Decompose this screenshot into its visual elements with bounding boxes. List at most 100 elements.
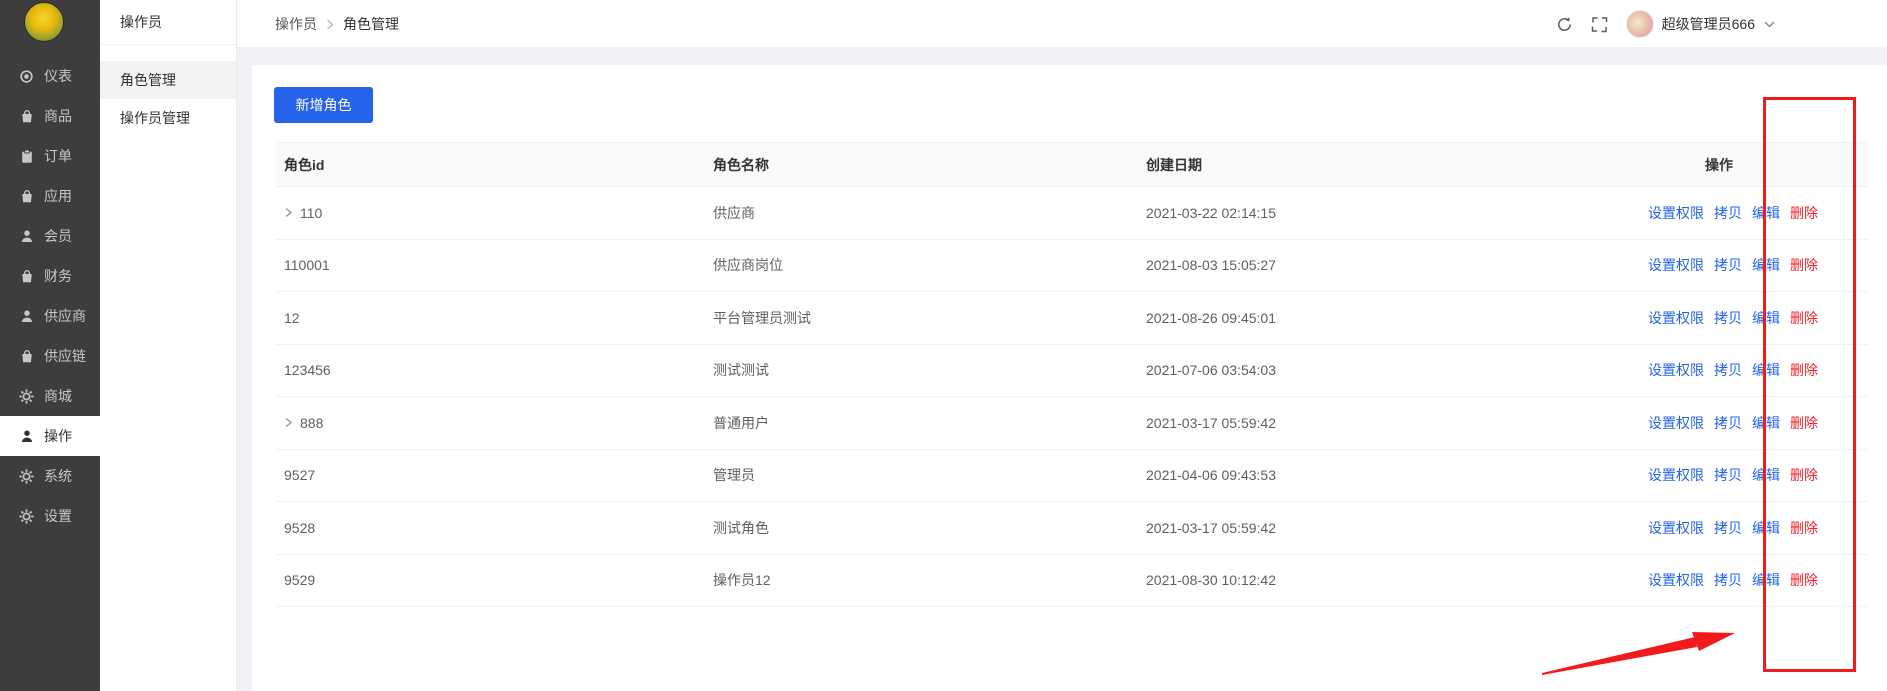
top-header: 操作员 角色管理 超级管理员666 xyxy=(237,0,1887,48)
row-actions: 设置权限拷贝编辑删除 xyxy=(1568,255,1868,275)
action-edit[interactable]: 编辑 xyxy=(1752,205,1780,221)
action-edit[interactable]: 编辑 xyxy=(1752,257,1780,273)
table-row: 9529 操作员12 2021-08-30 10:12:42 设置权限拷贝编辑删… xyxy=(276,555,1868,608)
action-set-permissions[interactable]: 设置权限 xyxy=(1648,257,1704,273)
sidebar-item-system[interactable]: 系统 xyxy=(0,456,100,496)
action-copy[interactable]: 拷贝 xyxy=(1714,257,1742,273)
app-logo[interactable] xyxy=(24,2,64,42)
sidebar-item-label: 供应链 xyxy=(44,346,86,366)
add-role-button[interactable]: 新增角色 xyxy=(274,87,373,123)
submenu-item-operator-management[interactable]: 操作员管理 xyxy=(100,99,236,137)
action-copy[interactable]: 拷贝 xyxy=(1714,520,1742,536)
action-edit[interactable]: 编辑 xyxy=(1752,572,1780,588)
action-set-permissions[interactable]: 设置权限 xyxy=(1648,310,1704,326)
sidebar-item-supplier[interactable]: 供应商 xyxy=(0,296,100,336)
action-edit[interactable]: 编辑 xyxy=(1752,310,1780,326)
action-set-permissions[interactable]: 设置权限 xyxy=(1648,572,1704,588)
column-header-role-id: 角色id xyxy=(276,155,705,175)
user-name: 超级管理员666 xyxy=(1662,14,1755,34)
gear-icon xyxy=(19,469,34,484)
table-row: 110001 供应商岗位 2021-08-03 15:05:27 设置权限拷贝编… xyxy=(276,240,1868,293)
action-copy[interactable]: 拷贝 xyxy=(1714,205,1742,221)
sidebar-item-operation[interactable]: 操作 xyxy=(0,416,100,456)
sidebar-item-label: 仪表 xyxy=(44,66,72,86)
row-actions: 设置权限拷贝编辑删除 xyxy=(1568,308,1868,328)
sidebar-item-apps[interactable]: 应用 xyxy=(0,176,100,216)
action-copy[interactable]: 拷贝 xyxy=(1714,310,1742,326)
created-date-cell: 2021-08-30 10:12:42 xyxy=(1138,572,1568,588)
action-edit[interactable]: 编辑 xyxy=(1752,415,1780,431)
created-date-cell: 2021-03-22 02:14:15 xyxy=(1138,205,1568,221)
table-row: 110 供应商 2021-03-22 02:14:15 设置权限拷贝编辑删除 xyxy=(276,187,1868,240)
fullscreen-icon[interactable] xyxy=(1591,16,1608,33)
sidebar-item-settings[interactable]: 设置 xyxy=(0,496,100,536)
column-header-role-name: 角色名称 xyxy=(705,155,1138,175)
role-name-cell: 供应商岗位 xyxy=(705,255,1138,275)
role-id-cell: 888 xyxy=(300,415,323,431)
clipboard-icon xyxy=(19,149,34,164)
sidebar-item-dashboard[interactable]: 仪表 xyxy=(0,56,100,96)
breadcrumb-parent[interactable]: 操作员 xyxy=(275,14,317,34)
table-row: 888 普通用户 2021-03-17 05:59:42 设置权限拷贝编辑删除 xyxy=(276,397,1868,450)
row-actions: 设置权限拷贝编辑删除 xyxy=(1568,360,1868,380)
action-set-permissions[interactable]: 设置权限 xyxy=(1648,520,1704,536)
person-icon xyxy=(19,229,34,244)
role-id-cell: 9527 xyxy=(284,467,315,483)
sidebar-item-label: 应用 xyxy=(44,186,72,206)
sidebar-item-goods[interactable]: 商品 xyxy=(0,96,100,136)
action-set-permissions[interactable]: 设置权限 xyxy=(1648,415,1704,431)
role-id-cell: 110 xyxy=(300,205,322,221)
action-set-permissions[interactable]: 设置权限 xyxy=(1648,205,1704,221)
action-delete[interactable]: 删除 xyxy=(1790,310,1818,326)
row-actions: 设置权限拷贝编辑删除 xyxy=(1568,570,1868,590)
refresh-icon[interactable] xyxy=(1556,16,1573,33)
role-name-cell: 平台管理员测试 xyxy=(705,308,1138,328)
user-menu[interactable]: 超级管理员666 xyxy=(1626,10,1775,38)
action-copy[interactable]: 拷贝 xyxy=(1714,415,1742,431)
roles-table: 角色id 角色名称 创建日期 操作 110 供应商 2021-03-22 02:… xyxy=(276,142,1868,607)
sidebar-item-label: 操作 xyxy=(44,426,72,446)
sidebar-item-label: 商品 xyxy=(44,106,72,126)
row-actions: 设置权限拷贝编辑删除 xyxy=(1568,413,1868,433)
action-edit[interactable]: 编辑 xyxy=(1752,520,1780,536)
submenu-list: 角色管理 操作员管理 xyxy=(100,61,236,137)
action-delete[interactable]: 删除 xyxy=(1790,520,1818,536)
row-actions: 设置权限拷贝编辑删除 xyxy=(1568,203,1868,223)
role-name-cell: 测试角色 xyxy=(705,518,1138,538)
sidebar-item-members[interactable]: 会员 xyxy=(0,216,100,256)
action-delete[interactable]: 删除 xyxy=(1790,362,1818,378)
bag-icon xyxy=(19,189,34,204)
submenu-item-label: 操作员管理 xyxy=(120,108,190,128)
submenu-item-role-management[interactable]: 角色管理 xyxy=(100,61,236,99)
action-set-permissions[interactable]: 设置权限 xyxy=(1648,362,1704,378)
secondary-sidebar: 操作员 角色管理 操作员管理 xyxy=(100,0,237,691)
action-edit[interactable]: 编辑 xyxy=(1752,467,1780,483)
gear-icon xyxy=(19,389,34,404)
action-delete[interactable]: 删除 xyxy=(1790,205,1818,221)
action-delete[interactable]: 删除 xyxy=(1790,415,1818,431)
chevron-down-icon xyxy=(1764,21,1775,28)
action-copy[interactable]: 拷贝 xyxy=(1714,572,1742,588)
action-set-permissions[interactable]: 设置权限 xyxy=(1648,467,1704,483)
sidebar-item-finance[interactable]: 财务 xyxy=(0,256,100,296)
table-row: 9527 管理员 2021-04-06 09:43:53 设置权限拷贝编辑删除 xyxy=(276,450,1868,503)
action-copy[interactable]: 拷贝 xyxy=(1714,362,1742,378)
content-card: 新增角色 角色id 角色名称 创建日期 操作 110 供应商 2021-03-2… xyxy=(252,65,1887,691)
table-row: 12 平台管理员测试 2021-08-26 09:45:01 设置权限拷贝编辑删… xyxy=(276,292,1868,345)
expand-chevron-icon[interactable] xyxy=(284,207,300,218)
user-avatar xyxy=(1626,10,1654,38)
action-delete[interactable]: 删除 xyxy=(1790,467,1818,483)
row-actions: 设置权限拷贝编辑删除 xyxy=(1568,518,1868,538)
expand-chevron-icon[interactable] xyxy=(284,417,300,428)
bag-icon xyxy=(19,269,34,284)
sidebar-item-orders[interactable]: 订单 xyxy=(0,136,100,176)
action-delete[interactable]: 删除 xyxy=(1790,572,1818,588)
sidebar-item-label: 设置 xyxy=(44,506,72,526)
column-header-actions: 操作 xyxy=(1568,155,1868,175)
sidebar-item-mall[interactable]: 商城 xyxy=(0,376,100,416)
action-edit[interactable]: 编辑 xyxy=(1752,362,1780,378)
created-date-cell: 2021-08-26 09:45:01 xyxy=(1138,310,1568,326)
action-copy[interactable]: 拷贝 xyxy=(1714,467,1742,483)
action-delete[interactable]: 删除 xyxy=(1790,257,1818,273)
sidebar-item-supply-chain[interactable]: 供应链 xyxy=(0,336,100,376)
